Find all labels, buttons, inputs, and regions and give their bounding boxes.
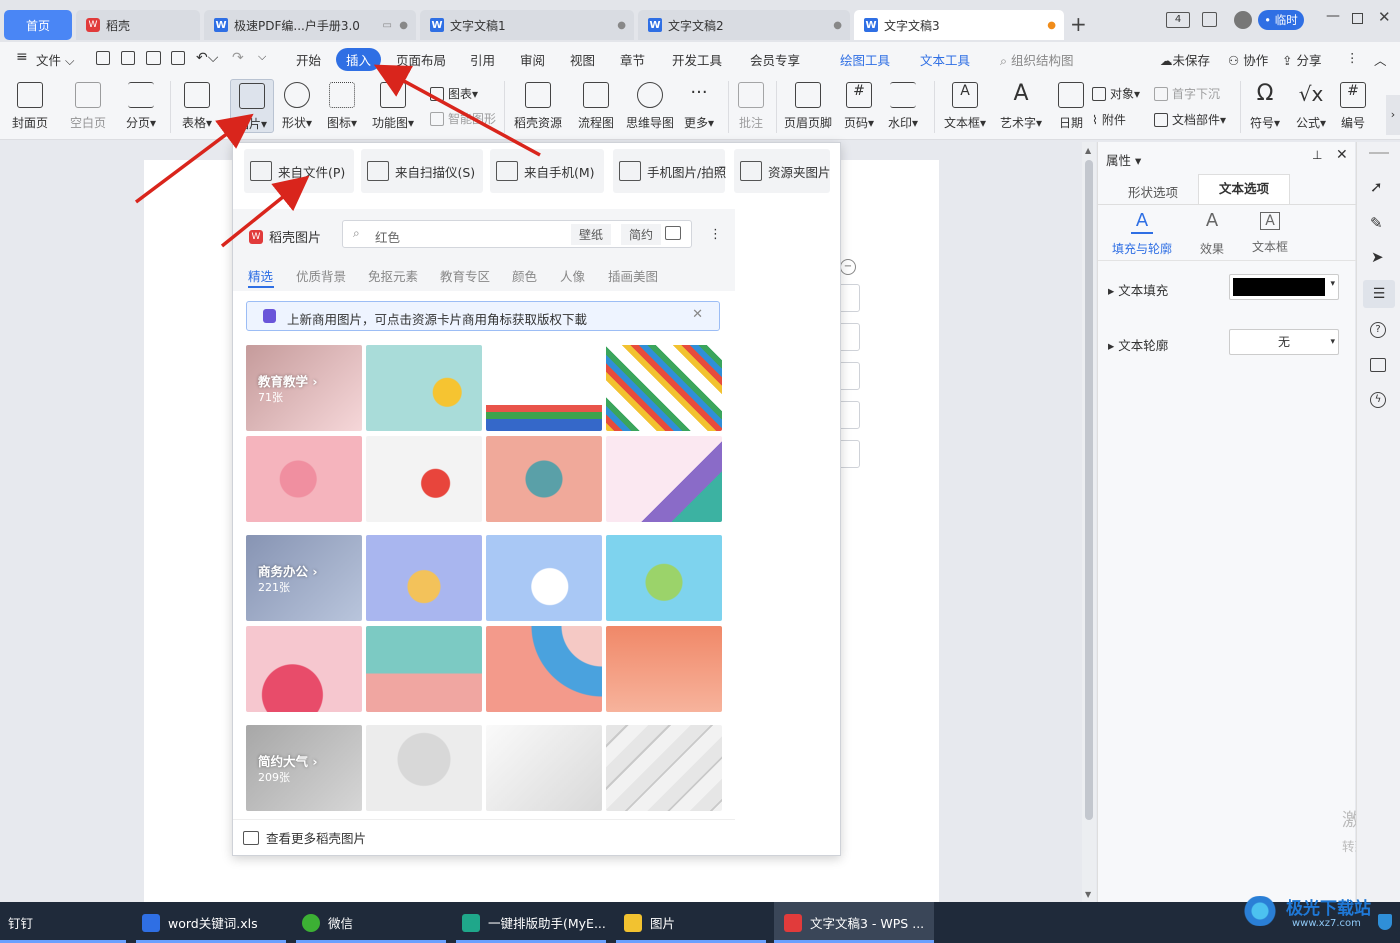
taskbar-wps-writer[interactable]: 文字文稿3 - WPS ... [774, 902, 934, 943]
taskbar: 钉钉 word关键词.xls 微信 一键排版助手(MyE... 图片 文字文稿3… [0, 896, 1400, 943]
taskbar-label: 微信 [328, 916, 354, 931]
typeset-app-icon [462, 913, 480, 932]
wps-icon [784, 913, 802, 932]
taskbar-label: 图片 [650, 916, 676, 931]
taskbar-label: 文字文稿3 - WPS ... [810, 916, 925, 931]
wechat-icon [302, 913, 320, 932]
file-doc-icon [142, 913, 160, 932]
taskbar-dingtalk[interactable]: 钉钉 [8, 902, 33, 943]
site-logo-text: 极光下载站 [1286, 899, 1371, 919]
taskbar-wechat[interactable]: 微信 [302, 902, 353, 943]
arrow-to-insert-tab [373, 64, 541, 157]
annotation-arrows [134, 64, 541, 248]
security-shield-icon[interactable] [1378, 914, 1392, 930]
taskbar-word-keywords[interactable]: word关键词.xls [142, 902, 258, 943]
site-url-text: www.xz7.com [1292, 918, 1361, 929]
site-logo-mark [1240, 896, 1280, 926]
taskbar-pictures-folder[interactable]: 图片 [624, 902, 675, 943]
arrow-to-picture-button [134, 113, 254, 204]
taskbar-label: 一键排版助手(MyE... [488, 916, 606, 931]
site-logo: 极光下载站 www.xz7.com [1240, 892, 1390, 934]
taskbar-label: word关键词.xls [168, 916, 258, 931]
taskbar-typeset-helper[interactable]: 一键排版助手(MyE... [462, 902, 606, 943]
folder-icon [624, 913, 642, 932]
arrow-to-from-file [220, 175, 310, 248]
